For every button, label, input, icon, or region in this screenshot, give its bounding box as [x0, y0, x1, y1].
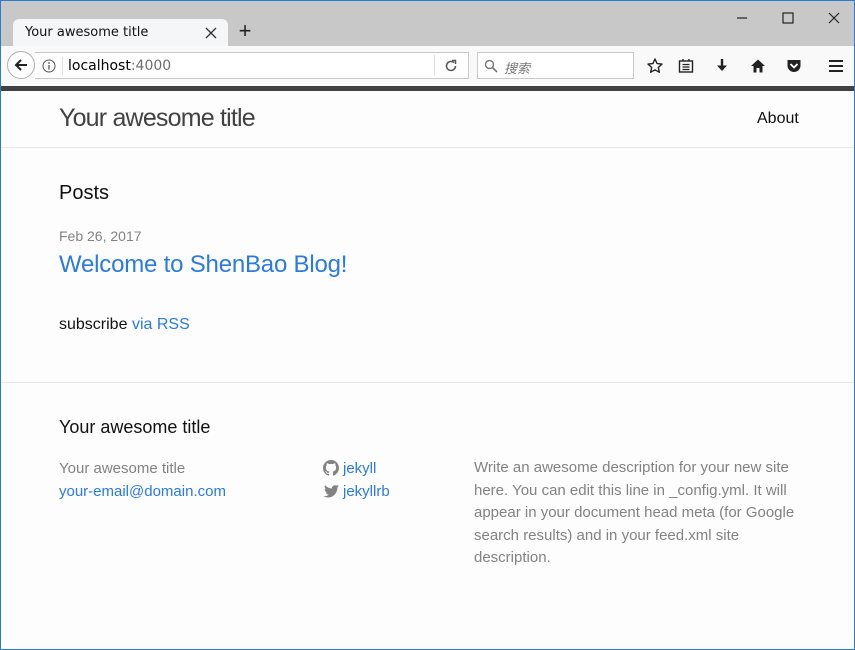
bookmark-star-icon[interactable]: [646, 57, 664, 75]
search-icon: [484, 59, 498, 73]
subscribe-line: subscribe via RSS: [59, 316, 190, 334]
close-icon[interactable]: [204, 26, 218, 40]
url-host: localhost: [68, 58, 131, 74]
github-icon: [323, 460, 339, 476]
minimize-icon[interactable]: [733, 9, 751, 27]
url-port: :4000: [130, 58, 172, 74]
url-separator: [62, 57, 63, 75]
back-button[interactable]: [7, 51, 35, 79]
footer-social: jekyll jekyllrb: [323, 457, 390, 503]
site-footer: Your awesome title Your awesome title yo…: [1, 382, 854, 649]
footer-site-name: Your awesome title: [59, 460, 186, 477]
browser-window: Your awesome title + localhost:4000 搜索 Y…: [0, 0, 855, 650]
twitter-icon: [323, 484, 339, 498]
reload-separator: [434, 55, 435, 76]
close-window-icon[interactable]: [825, 9, 843, 27]
subscribe-text: subscribe: [59, 316, 128, 333]
download-icon[interactable]: [713, 57, 731, 75]
url-text[interactable]: localhost:4000: [68, 58, 171, 74]
pocket-icon[interactable]: [785, 57, 803, 75]
search-box[interactable]: 搜索: [477, 52, 634, 79]
new-tab-button[interactable]: +: [235, 20, 255, 43]
twitter-link[interactable]: jekyllrb: [323, 480, 390, 503]
site-title-link[interactable]: Your awesome title: [59, 104, 256, 133]
home-icon[interactable]: [749, 57, 767, 75]
post-date: Feb 26, 2017: [59, 228, 142, 244]
footer-description: Write an awesome description for your ne…: [474, 459, 795, 566]
post-title-link[interactable]: Welcome to ShenBao Blog!: [59, 251, 347, 279]
search-placeholder: 搜索: [504, 62, 531, 77]
url-bar[interactable]: localhost:4000: [35, 52, 469, 79]
posts-heading: Posts: [59, 182, 110, 204]
site-header: Your awesome title About: [1, 91, 854, 148]
nav-about-link[interactable]: About: [757, 110, 799, 128]
twitter-username: jekyllrb: [343, 483, 390, 500]
maximize-icon[interactable]: [779, 9, 797, 27]
back-arrow-icon: [14, 59, 27, 71]
tab-active[interactable]: Your awesome title: [13, 19, 228, 47]
rss-link[interactable]: via RSS: [132, 316, 190, 333]
info-icon[interactable]: [42, 59, 56, 73]
reload-icon[interactable]: [443, 58, 459, 74]
github-link[interactable]: jekyll: [323, 457, 390, 480]
nav-toolbar: localhost:4000 搜索: [1, 46, 854, 86]
tab-title: Your awesome title: [25, 25, 149, 40]
footer-email-link[interactable]: your-email@domain.com: [59, 480, 226, 503]
reading-list-icon[interactable]: [677, 57, 695, 75]
hamburger-menu-icon[interactable]: [827, 57, 845, 75]
github-username: jekyll: [343, 460, 377, 477]
tab-strip: Your awesome title +: [1, 1, 854, 47]
footer-heading: Your awesome title: [59, 417, 211, 437]
footer-contact: Your awesome title your-email@domain.com: [59, 457, 226, 503]
